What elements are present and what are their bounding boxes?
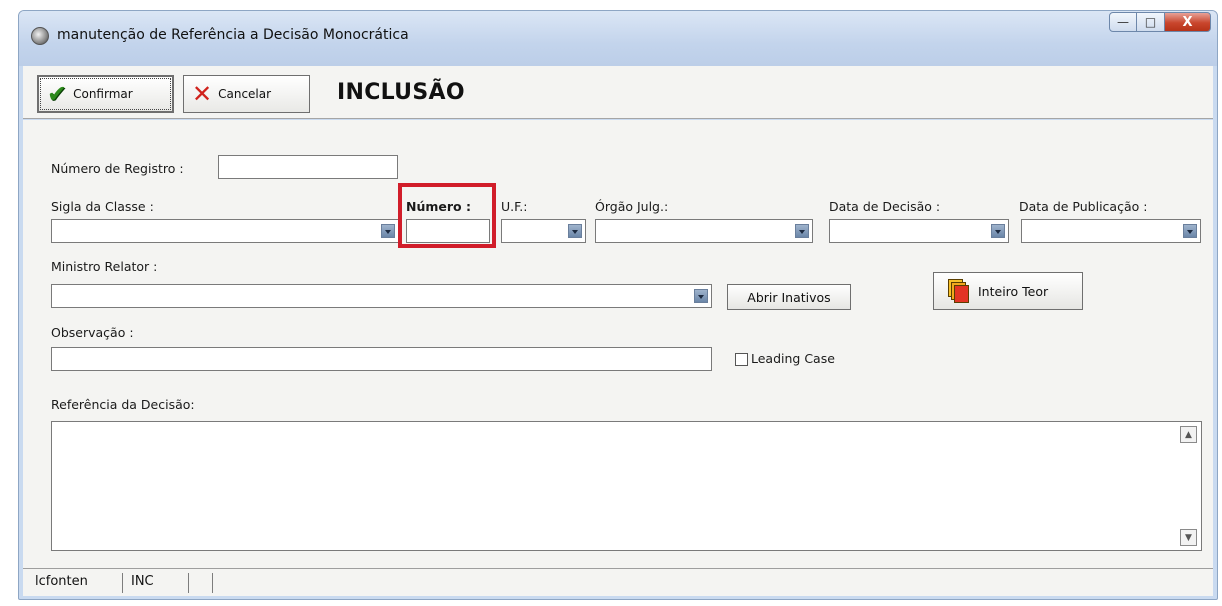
dropdown-arrow-icon[interactable] <box>694 289 708 303</box>
status-extra <box>193 573 213 593</box>
dropdown-arrow-icon[interactable] <box>381 224 395 238</box>
highlight-box <box>398 183 496 248</box>
ministro-select[interactable] <box>51 284 712 308</box>
ministro-label: Ministro Relator : <box>51 259 158 274</box>
minimize-button[interactable]: — <box>1109 12 1137 32</box>
dropdown-arrow-icon[interactable] <box>795 224 809 238</box>
leading-case-label[interactable]: Leading Case <box>751 351 835 366</box>
inteiro-teor-label: Inteiro Teor <box>978 283 1049 299</box>
app-window: manutenção de Referência a Decisão Monoc… <box>18 10 1218 600</box>
inteiro-teor-button[interactable]: Inteiro Teor <box>933 272 1083 310</box>
numero-registro-input[interactable] <box>218 155 398 179</box>
maximize-button[interactable]: □ <box>1137 12 1165 32</box>
window-title: manutenção de Referência a Decisão Monoc… <box>57 27 409 43</box>
data-publicacao-select[interactable] <box>1021 219 1201 243</box>
data-decisao-select[interactable] <box>829 219 1009 243</box>
mode-label: INCLUSÃO <box>337 80 465 105</box>
checkmark-icon: ✔ <box>47 80 68 108</box>
data-decisao-label: Data de Decisão : <box>829 199 941 214</box>
status-bar: lcfonten INC <box>23 568 1213 596</box>
documents-icon <box>948 279 970 303</box>
scroll-down-icon[interactable]: ▼ <box>1180 529 1197 546</box>
toolbar: ✔ Confirmar ✕ Cancelar INCLUSÃO <box>23 66 1213 119</box>
sigla-classe-label: Sigla da Classe : <box>51 199 154 214</box>
uf-label: U.F.: <box>501 199 528 214</box>
calendar-dropdown-icon[interactable] <box>1183 224 1197 238</box>
data-publicacao-label: Data de Publicação : <box>1019 199 1148 214</box>
title-bar[interactable]: manutenção de Referência a Decisão Monoc… <box>19 11 1217 66</box>
uf-select[interactable] <box>501 219 586 243</box>
status-mode: INC <box>127 573 189 593</box>
window-controls: — □ X <box>1109 12 1211 32</box>
sigla-classe-select[interactable] <box>51 219 399 243</box>
form-panel: Número de Registro : Sigla da Classe : N… <box>23 120 1213 568</box>
x-icon: ✕ <box>192 80 213 108</box>
leading-case-checkbox[interactable] <box>735 353 748 366</box>
referencia-label: Referência da Decisão: <box>51 397 195 412</box>
cancel-button[interactable]: ✕ Cancelar <box>183 75 310 113</box>
calendar-dropdown-icon[interactable] <box>991 224 1005 238</box>
numero-registro-label: Número de Registro : <box>51 161 184 176</box>
observacao-input[interactable] <box>51 347 712 371</box>
confirm-button[interactable]: ✔ Confirmar <box>37 75 174 113</box>
orgao-select[interactable] <box>595 219 813 243</box>
observacao-label: Observação : <box>51 325 134 340</box>
scroll-up-icon[interactable]: ▲ <box>1180 426 1197 443</box>
dropdown-arrow-icon[interactable] <box>568 224 582 238</box>
abrir-inativos-button[interactable]: Abrir Inativos <box>727 284 851 310</box>
app-icon <box>31 27 49 45</box>
status-user: lcfonten <box>31 573 123 593</box>
referencia-textarea[interactable]: ▲ ▼ <box>51 421 1202 551</box>
close-button[interactable]: X <box>1165 12 1211 32</box>
confirm-label: Confirmar <box>73 87 133 101</box>
orgao-label: Órgão Julg.: <box>595 199 669 214</box>
cancel-label: Cancelar <box>218 87 272 101</box>
